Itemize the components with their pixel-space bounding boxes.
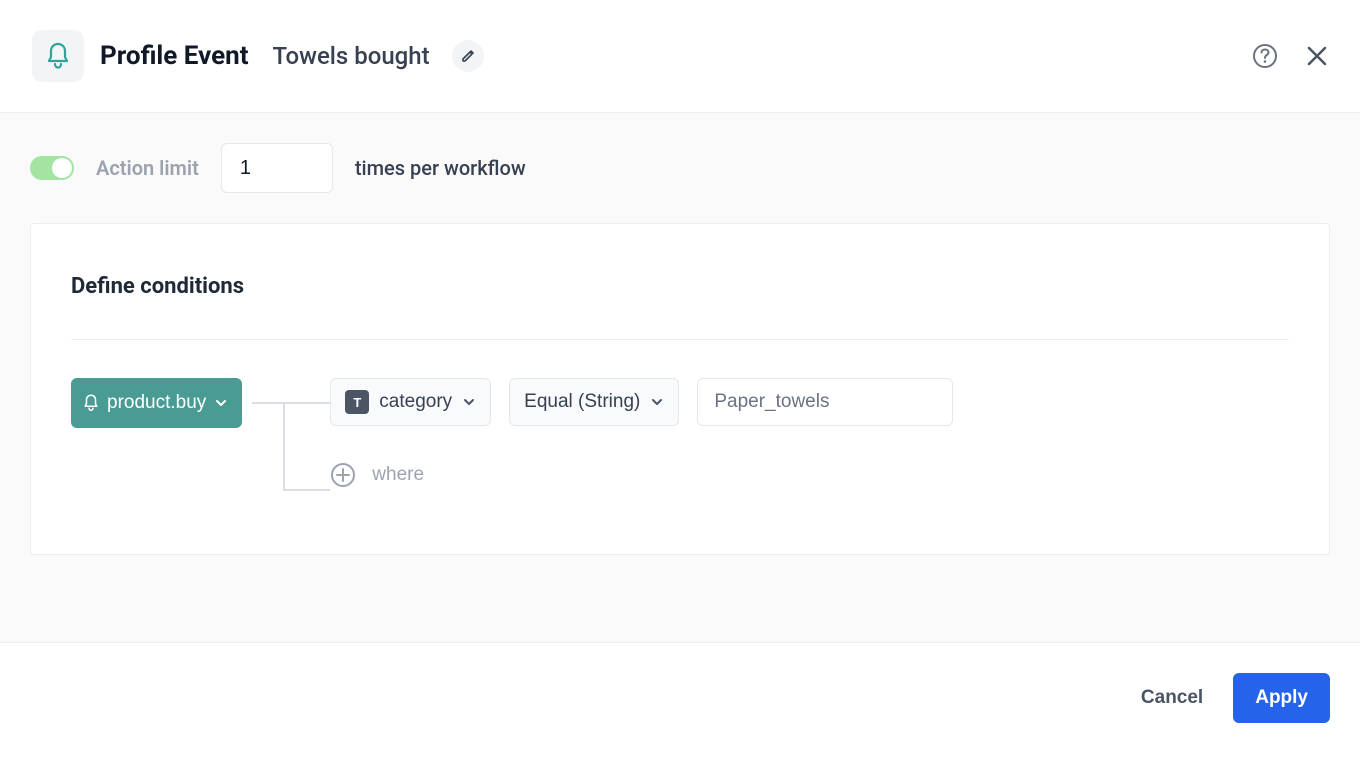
chevron-down-icon — [214, 396, 228, 410]
field-selector-label: category — [379, 391, 452, 413]
divider — [71, 339, 1289, 340]
operator-selector-label: Equal (String) — [524, 391, 640, 413]
action-limit-row: Action limit times per workflow — [30, 143, 1330, 193]
condition-filter-row: T category Equal (String) — [330, 378, 953, 426]
condition-details: T category Equal (String) — [330, 378, 953, 488]
dialog-body: Action limit times per workflow Define c… — [0, 112, 1360, 642]
operator-selector[interactable]: Equal (String) — [509, 378, 679, 426]
dialog-footer: Cancel Apply — [0, 642, 1360, 753]
action-limit-input[interactable] — [221, 143, 333, 193]
bell-icon — [46, 42, 70, 70]
dialog-header: Profile Event Towels bought — [0, 0, 1360, 112]
cancel-button[interactable]: Cancel — [1141, 687, 1203, 709]
close-icon — [1306, 45, 1328, 67]
bell-icon — [83, 394, 99, 412]
action-limit-toggle[interactable] — [30, 156, 74, 180]
add-where-label: where — [372, 464, 424, 486]
chevron-down-icon — [650, 395, 664, 409]
action-limit-suffix: times per workflow — [355, 156, 526, 180]
condition-connector — [242, 378, 330, 494]
add-where-button[interactable]: where — [330, 462, 424, 488]
profile-event-icon-box — [32, 30, 84, 82]
toggle-knob — [52, 158, 72, 178]
close-button[interactable] — [1306, 45, 1328, 67]
event-selector-label: product.buy — [107, 392, 206, 414]
pencil-icon — [461, 49, 475, 63]
event-selector[interactable]: product.buy — [71, 378, 242, 428]
event-name: Towels bought — [273, 42, 430, 70]
conditions-card: Define conditions product.buy — [30, 223, 1330, 555]
condition-row: product.buy T category — [71, 378, 1289, 494]
field-selector[interactable]: T category — [330, 378, 491, 426]
edit-name-button[interactable] — [452, 40, 484, 72]
condition-value-input[interactable] — [697, 378, 953, 426]
action-limit-label: Action limit — [96, 156, 199, 180]
help-icon — [1252, 43, 1278, 69]
help-button[interactable] — [1252, 43, 1278, 69]
page-title: Profile Event — [100, 41, 249, 71]
conditions-title: Define conditions — [71, 274, 1289, 299]
header-actions — [1252, 43, 1328, 69]
chevron-down-icon — [462, 395, 476, 409]
apply-button[interactable]: Apply — [1233, 673, 1330, 723]
type-badge: T — [345, 390, 369, 414]
plus-circle-icon — [330, 462, 356, 488]
add-where-row: where — [330, 462, 953, 488]
